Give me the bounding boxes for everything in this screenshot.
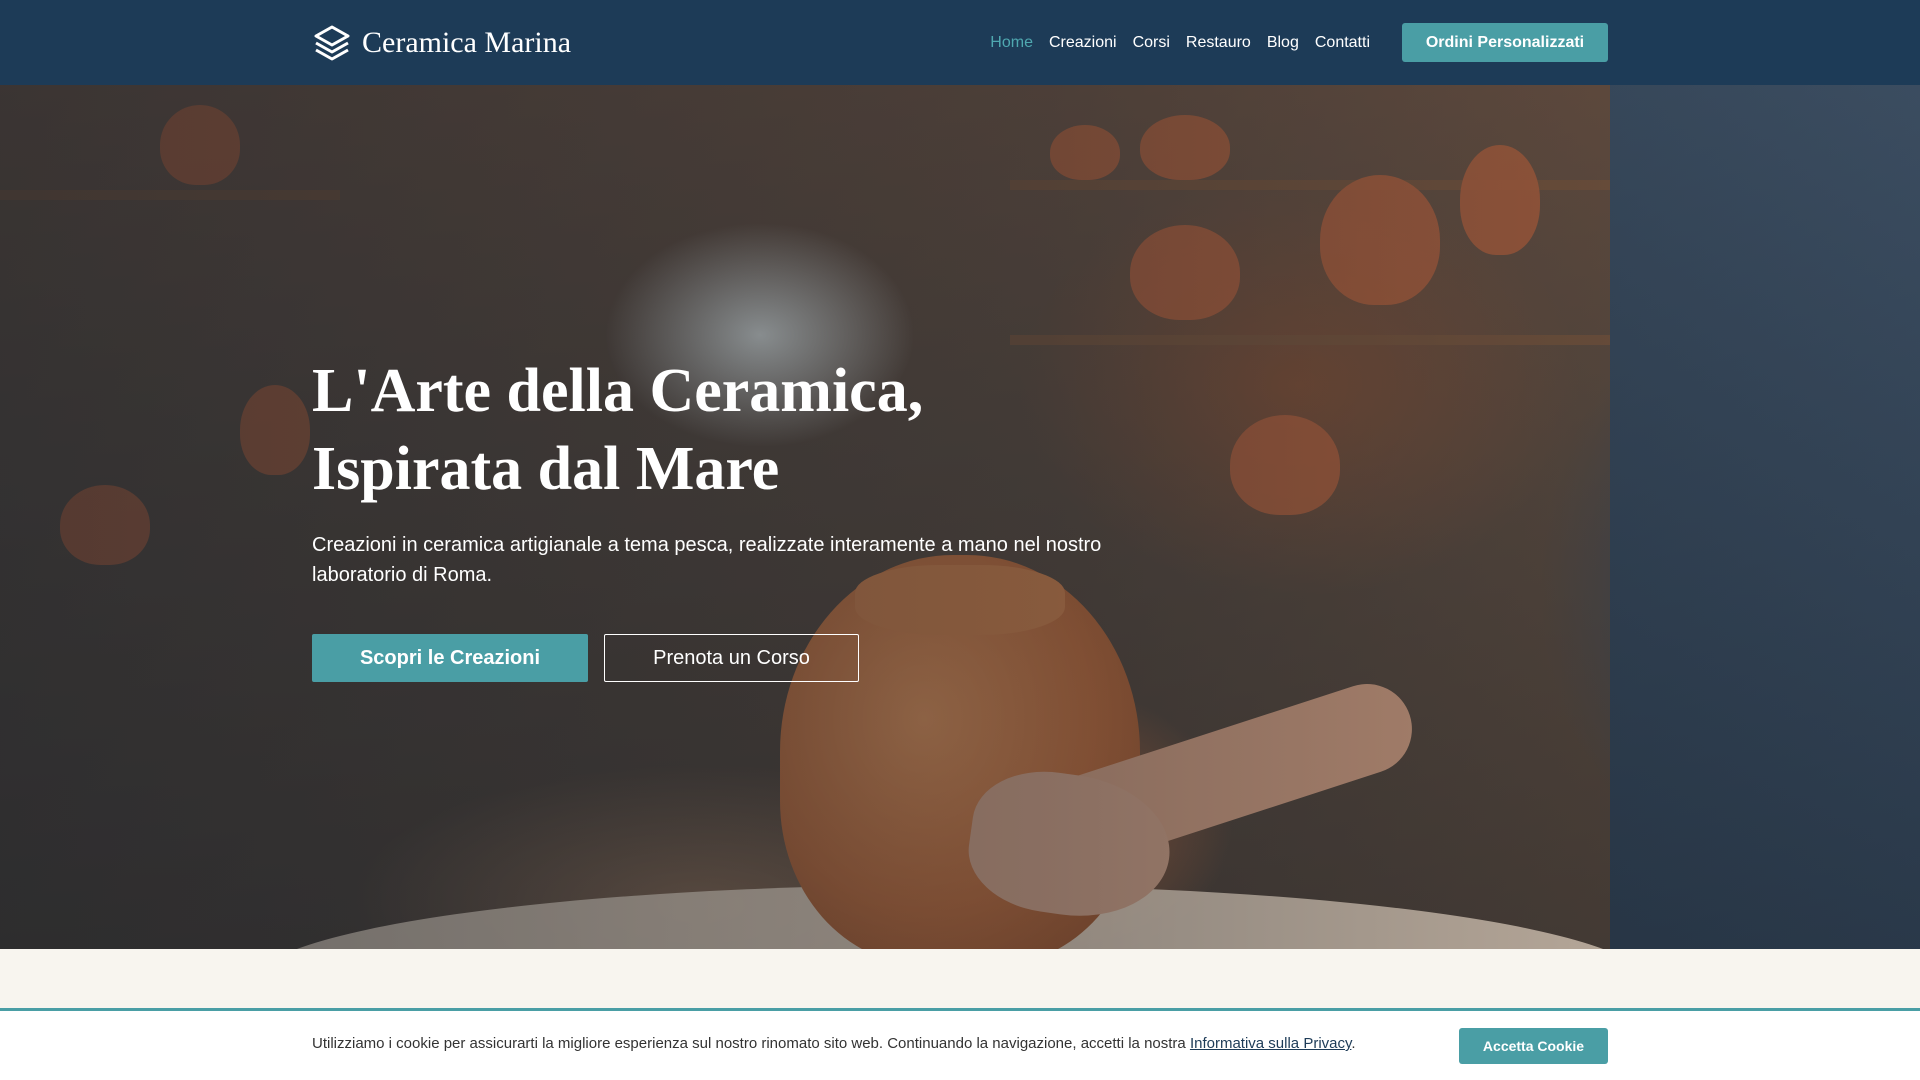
nav-right: Home Creazioni Corsi Restauro Blog Conta… <box>990 23 1608 62</box>
nav-item-creazioni[interactable]: Creazioni <box>1049 34 1117 52</box>
hero-title: L'Arte della Ceramica, Ispirata dal Mare <box>312 352 1132 508</box>
nav-item-home[interactable]: Home <box>990 34 1033 52</box>
nav-item-contatti[interactable]: Contatti <box>1315 34 1370 52</box>
cookie-message: Utilizziamo i cookie per assicurarti la … <box>312 1035 1186 1052</box>
nav-item-blog[interactable]: Blog <box>1267 34 1299 52</box>
privacy-policy-link[interactable]: Informativa sulla Privacy <box>1190 1035 1351 1052</box>
brand-logo[interactable]: Ceramica Marina <box>312 23 571 63</box>
brand-name: Ceramica Marina <box>362 25 572 59</box>
cookie-text: Utilizziamo i cookie per assicurarti la … <box>312 1035 1356 1052</box>
hero-subtitle: Creazioni in ceramica artigianale a tema… <box>312 534 1102 586</box>
accept-cookies-button[interactable]: Accetta Cookie <box>1459 1028 1608 1064</box>
hero-buttons: Scopri le Creazioni Prenota un Corso <box>312 634 1132 682</box>
layers-icon <box>314 25 350 60</box>
hero-title-line1: L'Arte della Ceramica, <box>312 357 924 425</box>
cookie-suffix: . <box>1351 1035 1356 1052</box>
cookie-banner: Utilizziamo i cookie per assicurarti la … <box>0 1008 1920 1080</box>
header-inner: Ceramica Marina Home Creazioni Corsi Res… <box>312 0 1608 85</box>
nav-item-restauro[interactable]: Restauro <box>1186 34 1251 52</box>
book-course-button[interactable]: Prenota un Corso <box>604 634 859 682</box>
hero-title-line2: Ispirata dal Mare <box>312 435 780 503</box>
nav-item-corsi[interactable]: Corsi <box>1133 34 1170 52</box>
main-nav: Home Creazioni Corsi Restauro Blog Conta… <box>990 34 1370 52</box>
discover-creations-button[interactable]: Scopri le Creazioni <box>312 634 588 682</box>
site-header: Ceramica Marina Home Creazioni Corsi Res… <box>0 0 1920 85</box>
hero-content: L'Arte della Ceramica, Ispirata dal Mare… <box>312 352 1132 682</box>
hero-section: L'Arte della Ceramica, Ispirata dal Mare… <box>0 85 1920 949</box>
custom-orders-button[interactable]: Ordini Personalizzati <box>1402 23 1608 62</box>
